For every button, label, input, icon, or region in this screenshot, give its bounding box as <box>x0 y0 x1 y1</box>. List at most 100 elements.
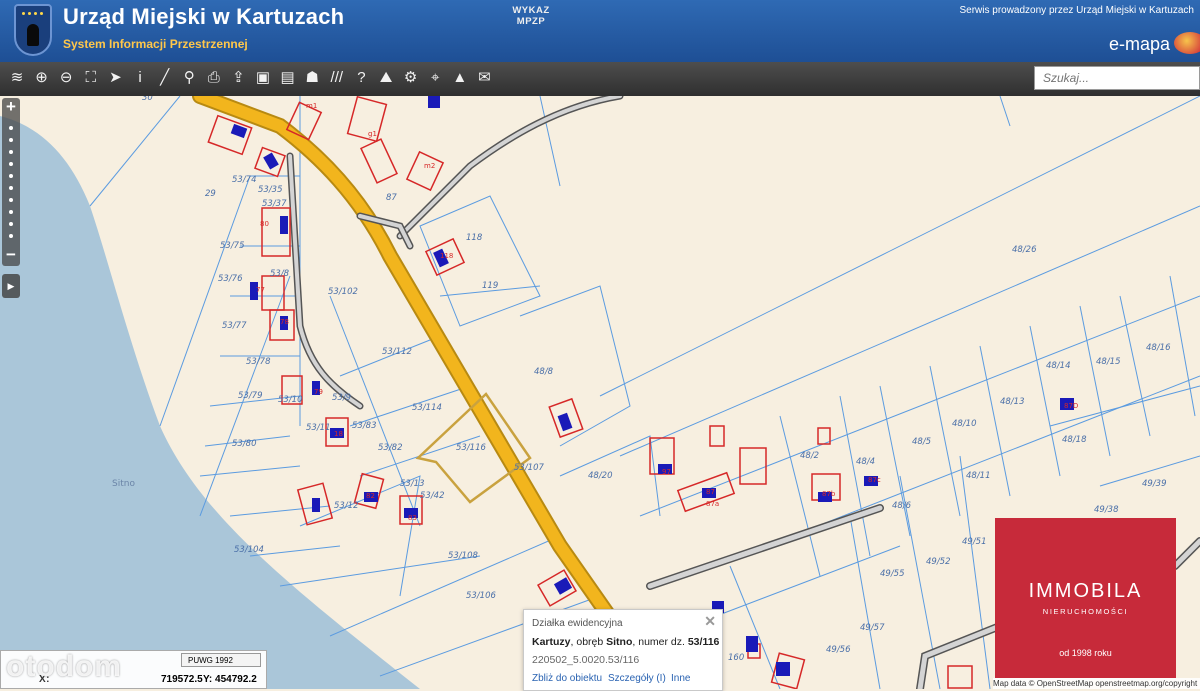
parcel-label: 48/14 <box>1046 361 1071 371</box>
parcel-info-popup: Działka ewidencyjna ✕ Kartuzy, obręb Sit… <box>523 609 723 691</box>
window-icon[interactable]: ▣ <box>252 67 274 89</box>
zoom-in-icon[interactable]: ⊕ <box>31 67 53 89</box>
app-subtitle: System Informacji Przestrzennej <box>63 37 248 51</box>
parcel-label: 48/6 <box>892 501 912 511</box>
chat-icon[interactable]: ✉ <box>473 67 495 89</box>
zoom-level-dot[interactable] <box>9 138 13 142</box>
export-icon[interactable]: ⇪ <box>227 67 249 89</box>
parcel-label: 87 <box>386 193 397 203</box>
search-input[interactable] <box>1034 66 1200 90</box>
info-icon[interactable]: i <box>129 67 151 89</box>
immobila-name: IMMOBILA <box>1028 580 1143 602</box>
popup-description: Kartuzy, obręb Sitno, numer dz. 53/116 <box>532 636 720 648</box>
parcel-label: 53/106 <box>466 591 496 601</box>
wykaz-mpzp-button[interactable]: WYKAZ MPZP <box>508 5 554 29</box>
immobila-since: od 1998 roku <box>1059 648 1112 658</box>
building-label: 87a <box>706 500 719 508</box>
popup-parcel-number: 53/116 <box>687 636 720 648</box>
print-icon[interactable]: ⎙ <box>203 67 225 89</box>
measure-line-icon[interactable]: ╱ <box>154 67 176 89</box>
layout-icon[interactable]: ▤ <box>277 67 299 89</box>
building-label: 78 <box>280 318 289 326</box>
layers-icon[interactable]: ≋ <box>6 67 28 89</box>
building-label: g1 <box>368 130 377 138</box>
zoom-to-object-link[interactable]: Zbliż do obiektu <box>532 673 602 684</box>
parcel-label: 48/10 <box>952 419 977 429</box>
shape-icon[interactable]: ☗ <box>301 67 323 89</box>
coord-y-label: Y: <box>203 674 213 685</box>
app-title: Urząd Miejski w Kartuzach <box>63 4 345 29</box>
parcel-label: 53/108 <box>448 551 478 561</box>
zoom-level-dot[interactable] <box>9 210 13 214</box>
parcel-label: 53/12 <box>334 501 359 511</box>
full-extent-icon[interactable]: ⛶ <box>80 67 102 89</box>
building-label: 97 <box>662 468 671 476</box>
zoom-level-dot[interactable] <box>9 126 13 130</box>
popup-city: Kartuzy <box>532 636 571 648</box>
parcel-label: 29 <box>205 189 216 199</box>
coordinate-system-select[interactable]: PUWG 1992 <box>181 653 261 667</box>
zoom-level-dot[interactable] <box>9 162 13 166</box>
settings-icon[interactable]: ⚙ <box>400 67 422 89</box>
parcel-label: 53/77 <box>222 321 247 331</box>
parcel-label: 53/74 <box>232 175 257 185</box>
parcel-label: 48/5 <box>912 437 931 447</box>
parcel-label: 53/107 <box>514 463 544 473</box>
terrain-icon[interactable]: ⛰ <box>375 67 397 89</box>
zoom-out-button[interactable]: − <box>2 246 20 264</box>
zoom-level-dot[interactable] <box>9 234 13 238</box>
emapa-globe-icon <box>1174 32 1200 54</box>
parcel-label: 48/20 <box>588 471 613 481</box>
parcel-label: 48/11 <box>966 471 991 481</box>
parcel-label: 48/4 <box>856 457 875 467</box>
coord-y-readout: Y: 454792.2 <box>203 674 257 685</box>
zoom-in-button[interactable]: + <box>2 98 20 116</box>
parcel-label: 49/38 <box>1094 505 1119 515</box>
building-label: 82 <box>366 492 375 500</box>
parcel-label: 48/15 <box>1096 357 1121 367</box>
parcel-label: 53/116 <box>456 443 486 453</box>
expand-panel-button[interactable]: ▶ <box>2 274 20 298</box>
hatch-icon[interactable]: /// <box>326 67 348 89</box>
kartuzy-crest-icon <box>14 4 52 56</box>
popup-obreb: Sitno <box>606 636 633 648</box>
parcel-label: 53/8 <box>270 269 290 279</box>
parcel-label: 160 <box>728 653 744 663</box>
parcel-label: 53/76 <box>218 274 243 284</box>
app-header: Urząd Miejski w Kartuzach System Informa… <box>0 0 1200 62</box>
building-label: 18 <box>334 430 343 438</box>
details-link[interactable]: Szczegóły (I) <box>608 673 666 684</box>
pointer-icon[interactable]: ➤ <box>104 67 126 89</box>
building-label: 87b <box>822 490 836 498</box>
link-icon[interactable]: ⚲ <box>178 67 200 89</box>
building-label: m2 <box>424 162 435 170</box>
zoom-level-dot[interactable] <box>9 198 13 202</box>
coordinates-panel: PUWG 1992 X: 719572.5 Y: 454792.2 <box>0 650 267 689</box>
zoom-level-dot[interactable] <box>9 186 13 190</box>
parcel-label: 53/35 <box>258 185 283 195</box>
parcel-label: 48/13 <box>1000 397 1025 407</box>
parcel-label: 53/9 <box>332 393 351 403</box>
other-link[interactable]: Inne <box>671 673 690 684</box>
parcel-label: 53/13 <box>400 479 425 489</box>
parcel-label: 53/10 <box>278 395 303 405</box>
parcel-label: 53/82 <box>378 443 403 453</box>
help-icon[interactable]: ? <box>350 67 372 89</box>
mountain-icon[interactable]: ▲ <box>449 67 471 89</box>
emapa-logo[interactable]: e-mapa <box>1109 34 1170 55</box>
wykaz-label: WYKAZ <box>512 5 550 16</box>
parcel-label: 48/26 <box>1012 245 1037 255</box>
parcel-label: 49/55 <box>880 569 905 579</box>
zoom-level-dot[interactable] <box>9 174 13 178</box>
zoom-slider[interactable]: + − <box>2 98 20 266</box>
service-provider-text: Serwis prowadzony przez Urząd Miejski w … <box>959 5 1194 16</box>
parcel-label: 48/2 <box>800 451 819 461</box>
locate-icon[interactable]: ⌖ <box>424 67 446 89</box>
zoom-level-dot[interactable] <box>9 222 13 226</box>
popup-numer-prefix: numer dz. <box>638 636 685 648</box>
zoom-out-icon[interactable]: ⊖ <box>55 67 77 89</box>
coord-y-value: 454792.2 <box>215 674 257 685</box>
parcel-label: 49/57 <box>860 623 885 633</box>
close-icon[interactable]: ✕ <box>704 613 716 630</box>
zoom-level-dot[interactable] <box>9 150 13 154</box>
